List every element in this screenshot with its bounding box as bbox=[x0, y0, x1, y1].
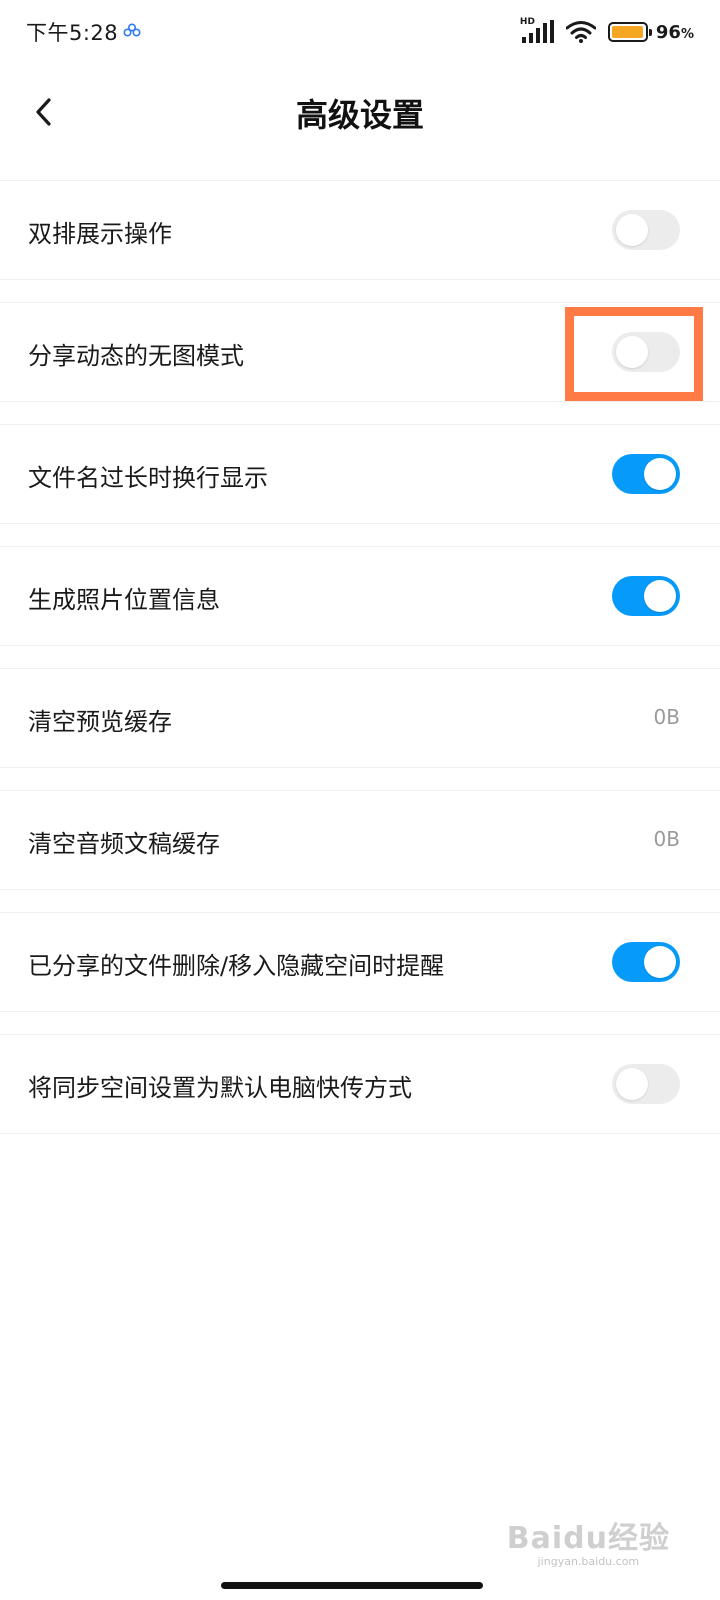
setting-label: 文件名过长时换行显示 bbox=[28, 464, 268, 492]
setting-row-clear-preview-cache[interactable]: 清空预览缓存 0B bbox=[0, 668, 720, 768]
setting-label: 清空音频文稿缓存 bbox=[28, 830, 220, 858]
toggle-switch[interactable] bbox=[612, 210, 680, 250]
status-time: 下午5:28 bbox=[26, 21, 119, 45]
setting-label: 将同步空间设置为默认电脑快传方式 bbox=[28, 1074, 412, 1102]
toggle-switch[interactable] bbox=[612, 454, 680, 494]
setting-row-photo-location[interactable]: 生成照片位置信息 bbox=[0, 546, 720, 646]
cellular-signal-icon: HD bbox=[520, 17, 556, 45]
wifi-icon bbox=[565, 21, 596, 43]
setting-label: 清空预览缓存 bbox=[28, 708, 172, 736]
header: 高级设置 bbox=[0, 64, 720, 160]
setting-label: 生成照片位置信息 bbox=[28, 586, 220, 614]
baidu-jingyan-watermark: Baidu经验 jingyan.baidu.com bbox=[507, 1513, 670, 1568]
setting-row-shared-file-delete-reminder[interactable]: 已分享的文件删除/移入隐藏空间时提醒 bbox=[0, 912, 720, 1012]
setting-label: 已分享的文件删除/移入隐藏空间时提醒 bbox=[28, 952, 445, 980]
cache-size-value: 0B bbox=[653, 827, 680, 851]
page-title: 高级设置 bbox=[295, 96, 424, 134]
setting-label: 分享动态的无图模式 bbox=[28, 342, 244, 370]
setting-row-double-row-actions[interactable]: 双排展示操作 bbox=[0, 180, 720, 280]
battery-percent: 96% bbox=[655, 21, 694, 43]
setting-row-clear-audio-cache[interactable]: 清空音频文稿缓存 0B bbox=[0, 790, 720, 890]
setting-row-default-pc-transfer[interactable]: 将同步空间设置为默认电脑快传方式 bbox=[0, 1034, 720, 1134]
setting-row-share-no-image-mode[interactable]: 分享动态的无图模式 bbox=[0, 302, 720, 402]
status-bar: 下午5:28 HD 96% bbox=[0, 0, 720, 64]
toggle-switch[interactable] bbox=[612, 1064, 680, 1104]
toggle-switch[interactable] bbox=[612, 576, 680, 616]
home-indicator[interactable] bbox=[221, 1582, 483, 1589]
setting-label: 双排展示操作 bbox=[28, 220, 172, 248]
cloud-sync-icon bbox=[123, 23, 141, 37]
battery-fill bbox=[611, 26, 643, 38]
battery-icon bbox=[607, 22, 652, 42]
toggle-switch[interactable] bbox=[612, 332, 680, 372]
setting-row-wrap-long-filenames[interactable]: 文件名过长时换行显示 bbox=[0, 424, 720, 524]
settings-list: 双排展示操作 分享动态的无图模式 文件名过长时换行显示 生成照片位置信息 清空预… bbox=[0, 180, 720, 1156]
cache-size-value: 0B bbox=[653, 705, 680, 729]
status-indicators: HD 96% bbox=[520, 17, 694, 46]
watermark-logo: Baidu经验 bbox=[506, 1521, 670, 1556]
toggle-switch[interactable] bbox=[612, 942, 680, 982]
